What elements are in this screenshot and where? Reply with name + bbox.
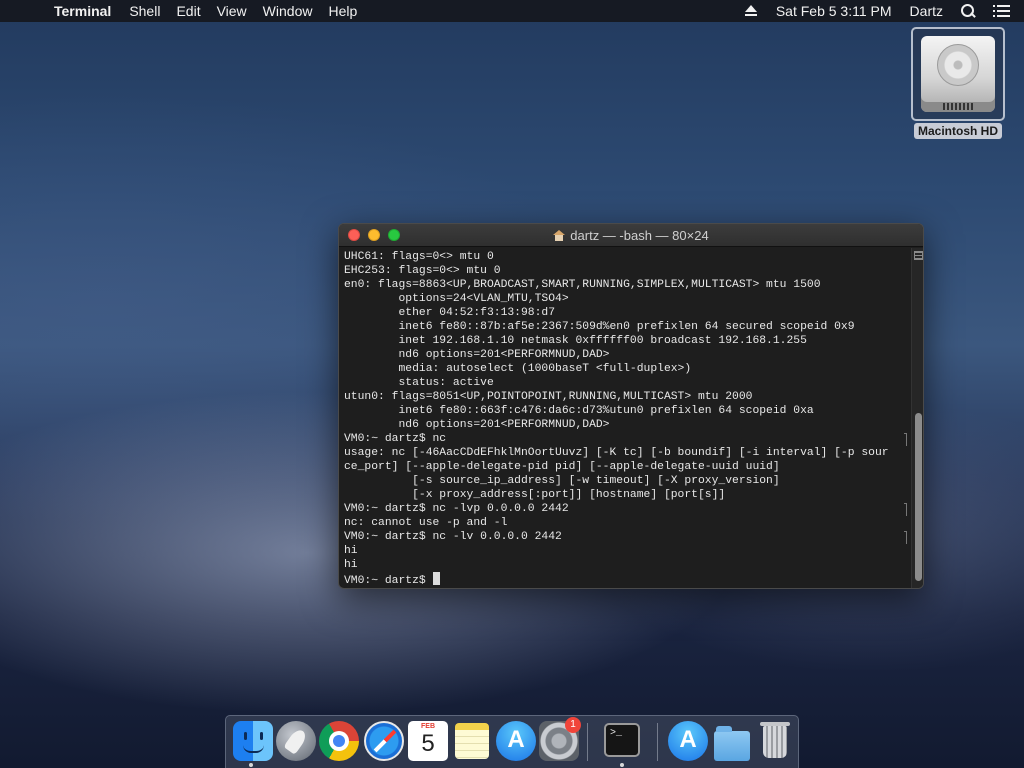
hard-drive-icon (921, 36, 995, 112)
terminal-line: usage: nc [-46AacCDdEFhklMnOortUuvz] [-K… (344, 447, 889, 459)
dock-chrome[interactable] (319, 721, 359, 761)
notes-icon (455, 723, 489, 759)
running-indicator (249, 763, 253, 767)
active-prompt: VM0:~ dartz$ (344, 575, 433, 586)
eject-icon[interactable] (744, 5, 758, 17)
dock: FEB 5 A 1 >_ A (225, 715, 799, 768)
title-bar[interactable]: dartz — -bash — 80×24 (339, 224, 923, 247)
dock-trash[interactable] (755, 721, 795, 761)
prompt-line: VM0:~ dartz$ nc (344, 432, 911, 446)
applications-glyph: A (679, 726, 697, 753)
marks-menu-icon[interactable] (914, 251, 923, 260)
menu-window[interactable]: Window (255, 3, 321, 19)
terminal-output[interactable]: UHC61: flags=0<> mtu 0 EHC253: flags=0<>… (339, 248, 911, 588)
dock-calendar[interactable]: FEB 5 (408, 721, 448, 761)
dock-separator (657, 723, 658, 761)
spotlight-search-icon[interactable] (961, 4, 975, 18)
terminal-app-icon: >_ (604, 723, 640, 757)
menu-help[interactable]: Help (320, 3, 365, 19)
terminal-line: inet6 fe80::87b:af5e:2367:509d%en0 prefi… (344, 321, 855, 333)
dock-terminal[interactable]: >_ (602, 721, 642, 761)
terminal-line: options=24<VLAN_MTU,TSO4> (344, 293, 569, 305)
terminal-line: hi (344, 559, 358, 571)
launchpad-icon (276, 721, 316, 761)
menu-user[interactable]: Dartz (910, 3, 943, 19)
menu-edit[interactable]: Edit (168, 3, 208, 19)
terminal-line: media: autoselect (1000baseT <full-duple… (344, 363, 692, 375)
dock-system-preferences[interactable]: 1 (539, 717, 581, 761)
calendar-icon: FEB 5 (408, 721, 448, 761)
menu-view[interactable]: View (209, 3, 255, 19)
prompt-line: VM0:~ dartz$ nc -lv 0.0.0.0 2442 (344, 530, 911, 544)
dock-app-store[interactable]: A (496, 721, 536, 761)
terminal-line: status: active (344, 377, 494, 389)
running-indicator (620, 763, 624, 767)
dock-launchpad[interactable] (276, 721, 316, 761)
app-store-glyph: A (507, 726, 525, 753)
drive-label[interactable]: Macintosh HD (913, 123, 1002, 139)
terminal-line: inet6 fe80::663f:c476:da6c:d73%utun0 pre… (344, 405, 814, 417)
terminal-line: hi (344, 545, 358, 557)
dock-finder[interactable] (233, 721, 273, 761)
terminal-line: EHC253: flags=0<> mtu 0 (344, 265, 501, 277)
app-store-icon: A (496, 721, 536, 761)
menu-bar: Terminal Shell Edit View Window Help Sat… (0, 0, 1024, 22)
menu-clock[interactable]: Sat Feb 5 3:11 PM (776, 3, 892, 19)
calendar-day: 5 (421, 730, 435, 757)
notification-badge: 1 (565, 717, 581, 733)
terminal-window[interactable]: dartz — -bash — 80×24 UHC61: flags=0<> m… (338, 223, 924, 589)
safari-icon (364, 721, 404, 761)
terminal-line: nd6 options=201<PERFORMNUD,DAD> (344, 419, 610, 431)
minimize-button[interactable] (368, 229, 380, 241)
close-button[interactable] (348, 229, 360, 241)
dock-safari[interactable] (364, 721, 404, 761)
dock-documents-stack[interactable] (712, 721, 752, 761)
menu-app-name[interactable]: Terminal (44, 3, 121, 19)
notification-center-icon[interactable] (993, 5, 1010, 17)
terminal-line: en0: flags=8863<UP,BROADCAST,SMART,RUNNI… (344, 279, 821, 291)
applications-folder-icon: A (668, 721, 708, 761)
window-controls (348, 229, 408, 241)
calendar-month: FEB (421, 723, 435, 730)
zoom-button[interactable] (388, 229, 400, 241)
terminal-line: UHC61: flags=0<> mtu 0 (344, 251, 494, 263)
terminal-line: nc: cannot use -p and -l (344, 517, 508, 529)
vertical-scrollbar[interactable] (911, 248, 923, 588)
terminal-line: utun0: flags=8051<UP,POINTOPOINT,RUNNING… (344, 391, 753, 403)
active-prompt-line[interactable]: VM0:~ dartz$ (344, 572, 911, 586)
finder-icon (233, 721, 273, 761)
terminal-line: inet 192.168.1.10 netmask 0xffffff00 bro… (344, 335, 807, 347)
terminal-glyph: >_ (610, 728, 623, 739)
chrome-icon (319, 721, 359, 761)
text-cursor (432, 572, 440, 585)
window-title: dartz — -bash — 80×24 (570, 227, 709, 243)
home-folder-icon (553, 229, 566, 241)
folder-icon (714, 726, 750, 761)
menu-shell[interactable]: Shell (121, 3, 168, 19)
scrollbar-thumb[interactable] (915, 413, 922, 581)
dock-applications-stack[interactable]: A (668, 721, 708, 761)
prompt-line: VM0:~ dartz$ nc -lvp 0.0.0.0 2442 (344, 502, 911, 516)
dock-notes[interactable] (452, 721, 492, 761)
terminal-line: [-s source_ip_address] [-w timeout] [-X … (344, 475, 780, 487)
terminal-line: nd6 options=201<PERFORMNUD,DAD> (344, 349, 610, 361)
terminal-line: ether 04:52:f3:13:98:d7 (344, 307, 556, 319)
trash-icon (760, 722, 790, 758)
desktop-drive[interactable]: Macintosh HD (910, 27, 1006, 143)
terminal-line: ce_port] [--apple-delegate-pid pid] [--a… (344, 461, 780, 473)
drive-selection-frame (911, 27, 1005, 121)
terminal-line: [-x proxy_address[:port]] [hostname] [po… (344, 489, 726, 501)
dock-separator (587, 723, 588, 761)
